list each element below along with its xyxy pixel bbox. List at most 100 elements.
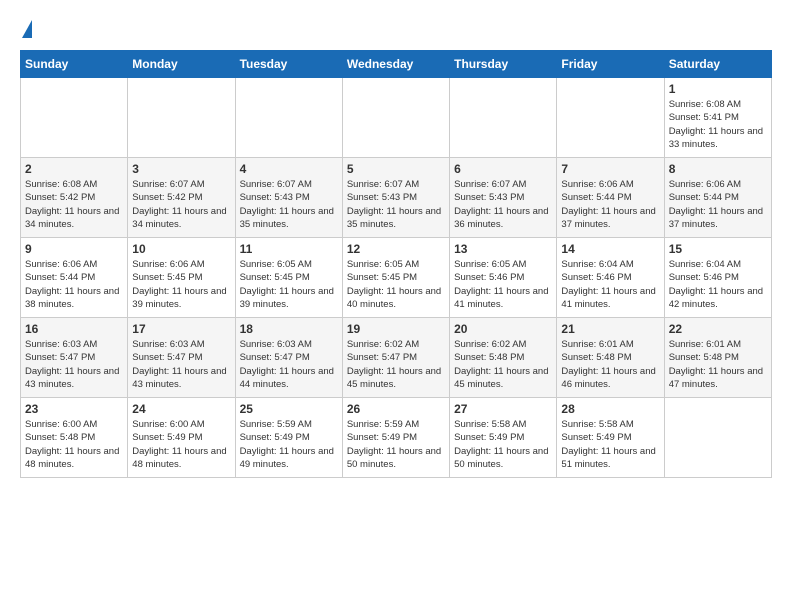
day-info: Sunrise: 6:06 AM Sunset: 5:45 PM Dayligh… (132, 258, 230, 311)
calendar-week-row: 23Sunrise: 6:00 AM Sunset: 5:48 PM Dayli… (21, 398, 772, 478)
day-info: Sunrise: 6:07 AM Sunset: 5:43 PM Dayligh… (240, 178, 338, 231)
calendar-cell: 4Sunrise: 6:07 AM Sunset: 5:43 PM Daylig… (235, 158, 342, 238)
calendar-cell: 10 Sunrise: 6:06 AM Sunset: 5:45 PM Dayli… (128, 238, 235, 318)
calendar-cell (342, 78, 449, 158)
day-info: Sunrise: 5:58 AM Sunset: 5:49 PM Dayligh… (454, 418, 552, 471)
day-info: Sunrise: 6:02 AM Sunset: 5:48 PM Dayligh… (454, 338, 552, 391)
day-number: 26 (347, 402, 445, 416)
calendar-header-tuesday: Tuesday (235, 51, 342, 78)
calendar-header-monday: Monday (128, 51, 235, 78)
calendar-cell: 18 Sunrise: 6:03 AM Sunset: 5:47 PM Dayli… (235, 318, 342, 398)
page-header (20, 20, 772, 40)
logo-triangle-icon (22, 20, 32, 38)
day-number: 27 (454, 402, 552, 416)
calendar-cell: 27 Sunrise: 5:58 AM Sunset: 5:49 PM Dayli… (450, 398, 557, 478)
calendar-cell: 14 Sunrise: 6:04 AM Sunset: 5:46 PM Dayli… (557, 238, 664, 318)
day-number: 11 (240, 242, 338, 256)
calendar-cell: 24 Sunrise: 6:00 AM Sunset: 5:49 PM Dayli… (128, 398, 235, 478)
day-info: Sunrise: 6:07 AM Sunset: 5:43 PM Dayligh… (347, 178, 445, 231)
day-info: Sunrise: 6:03 AM Sunset: 5:47 PM Dayligh… (132, 338, 230, 391)
day-number: 12 (347, 242, 445, 256)
calendar-header-sunday: Sunday (21, 51, 128, 78)
calendar-header-wednesday: Wednesday (342, 51, 449, 78)
day-number: 18 (240, 322, 338, 336)
day-number: 6 (454, 162, 552, 176)
calendar-table: SundayMondayTuesdayWednesdayThursdayFrid… (20, 50, 772, 478)
day-info: Sunrise: 6:08 AM Sunset: 5:41 PM Dayligh… (669, 98, 767, 151)
day-info: Sunrise: 6:07 AM Sunset: 5:43 PM Dayligh… (454, 178, 552, 231)
day-number: 22 (669, 322, 767, 336)
day-info: Sunrise: 6:07 AM Sunset: 5:42 PM Dayligh… (132, 178, 230, 231)
day-number: 9 (25, 242, 123, 256)
calendar-cell: 11 Sunrise: 6:05 AM Sunset: 5:45 PM Dayli… (235, 238, 342, 318)
day-number: 20 (454, 322, 552, 336)
calendar-cell: 13 Sunrise: 6:05 AM Sunset: 5:46 PM Dayli… (450, 238, 557, 318)
day-number: 17 (132, 322, 230, 336)
calendar-cell: 20 Sunrise: 6:02 AM Sunset: 5:48 PM Dayli… (450, 318, 557, 398)
day-number: 2 (25, 162, 123, 176)
day-number: 1 (669, 82, 767, 96)
calendar-cell: 15Sunrise: 6:04 AM Sunset: 5:46 PM Dayli… (664, 238, 771, 318)
calendar-cell: 17 Sunrise: 6:03 AM Sunset: 5:47 PM Dayli… (128, 318, 235, 398)
calendar-cell: 5 Sunrise: 6:07 AM Sunset: 5:43 PM Daylig… (342, 158, 449, 238)
calendar-week-row: 2 Sunrise: 6:08 AM Sunset: 5:42 PM Daylig… (21, 158, 772, 238)
day-info: Sunrise: 6:05 AM Sunset: 5:46 PM Dayligh… (454, 258, 552, 311)
calendar-cell: 19 Sunrise: 6:02 AM Sunset: 5:47 PM Dayli… (342, 318, 449, 398)
day-number: 3 (132, 162, 230, 176)
calendar-header-saturday: Saturday (664, 51, 771, 78)
calendar-cell: 8 Sunrise: 6:06 AM Sunset: 5:44 PM Daylig… (664, 158, 771, 238)
day-info: Sunrise: 6:08 AM Sunset: 5:42 PM Dayligh… (25, 178, 123, 231)
day-info: Sunrise: 6:04 AM Sunset: 5:46 PM Dayligh… (669, 258, 767, 311)
calendar-week-row: 9 Sunrise: 6:06 AM Sunset: 5:44 PM Daylig… (21, 238, 772, 318)
day-number: 23 (25, 402, 123, 416)
calendar-cell: 7Sunrise: 6:06 AM Sunset: 5:44 PM Daylig… (557, 158, 664, 238)
calendar-cell: 28 Sunrise: 5:58 AM Sunset: 5:49 PM Dayli… (557, 398, 664, 478)
day-number: 21 (561, 322, 659, 336)
calendar-cell (21, 78, 128, 158)
day-info: Sunrise: 6:06 AM Sunset: 5:44 PM Dayligh… (25, 258, 123, 311)
calendar-header-row: SundayMondayTuesdayWednesdayThursdayFrid… (21, 51, 772, 78)
calendar-week-row: 1 Sunrise: 6:08 AM Sunset: 5:41 PM Daylig… (21, 78, 772, 158)
day-number: 14 (561, 242, 659, 256)
day-info: Sunrise: 6:05 AM Sunset: 5:45 PM Dayligh… (347, 258, 445, 311)
calendar-cell: 9 Sunrise: 6:06 AM Sunset: 5:44 PM Daylig… (21, 238, 128, 318)
day-info: Sunrise: 6:03 AM Sunset: 5:47 PM Dayligh… (240, 338, 338, 391)
calendar-cell: 6 Sunrise: 6:07 AM Sunset: 5:43 PM Daylig… (450, 158, 557, 238)
day-number: 16 (25, 322, 123, 336)
calendar-cell (557, 78, 664, 158)
calendar-header-thursday: Thursday (450, 51, 557, 78)
calendar-cell (128, 78, 235, 158)
calendar-cell (235, 78, 342, 158)
calendar-cell: 1 Sunrise: 6:08 AM Sunset: 5:41 PM Daylig… (664, 78, 771, 158)
calendar-cell: 22 Sunrise: 6:01 AM Sunset: 5:48 PM Dayli… (664, 318, 771, 398)
day-info: Sunrise: 6:01 AM Sunset: 5:48 PM Dayligh… (669, 338, 767, 391)
day-info: Sunrise: 5:59 AM Sunset: 5:49 PM Dayligh… (347, 418, 445, 471)
day-info: Sunrise: 6:02 AM Sunset: 5:47 PM Dayligh… (347, 338, 445, 391)
calendar-header-friday: Friday (557, 51, 664, 78)
day-number: 24 (132, 402, 230, 416)
calendar-cell: 12 Sunrise: 6:05 AM Sunset: 5:45 PM Dayli… (342, 238, 449, 318)
day-info: Sunrise: 6:04 AM Sunset: 5:46 PM Dayligh… (561, 258, 659, 311)
day-info: Sunrise: 6:00 AM Sunset: 5:49 PM Dayligh… (132, 418, 230, 471)
logo (20, 20, 32, 40)
day-number: 19 (347, 322, 445, 336)
calendar-cell: 2 Sunrise: 6:08 AM Sunset: 5:42 PM Daylig… (21, 158, 128, 238)
calendar-cell: 3 Sunrise: 6:07 AM Sunset: 5:42 PM Daylig… (128, 158, 235, 238)
day-number: 25 (240, 402, 338, 416)
day-info: Sunrise: 5:59 AM Sunset: 5:49 PM Dayligh… (240, 418, 338, 471)
day-info: Sunrise: 6:01 AM Sunset: 5:48 PM Dayligh… (561, 338, 659, 391)
calendar-cell: 21 Sunrise: 6:01 AM Sunset: 5:48 PM Dayli… (557, 318, 664, 398)
day-info: Sunrise: 6:06 AM Sunset: 5:44 PM Dayligh… (669, 178, 767, 231)
day-number: 8 (669, 162, 767, 176)
day-info: Sunrise: 6:03 AM Sunset: 5:47 PM Dayligh… (25, 338, 123, 391)
day-info: Sunrise: 6:05 AM Sunset: 5:45 PM Dayligh… (240, 258, 338, 311)
day-number: 10 (132, 242, 230, 256)
day-info: Sunrise: 5:58 AM Sunset: 5:49 PM Dayligh… (561, 418, 659, 471)
day-number: 28 (561, 402, 659, 416)
day-number: 5 (347, 162, 445, 176)
calendar-cell: 25 Sunrise: 5:59 AM Sunset: 5:49 PM Dayli… (235, 398, 342, 478)
day-number: 13 (454, 242, 552, 256)
calendar-cell: 23Sunrise: 6:00 AM Sunset: 5:48 PM Dayli… (21, 398, 128, 478)
calendar-cell: 26 Sunrise: 5:59 AM Sunset: 5:49 PM Dayli… (342, 398, 449, 478)
calendar-cell (664, 398, 771, 478)
